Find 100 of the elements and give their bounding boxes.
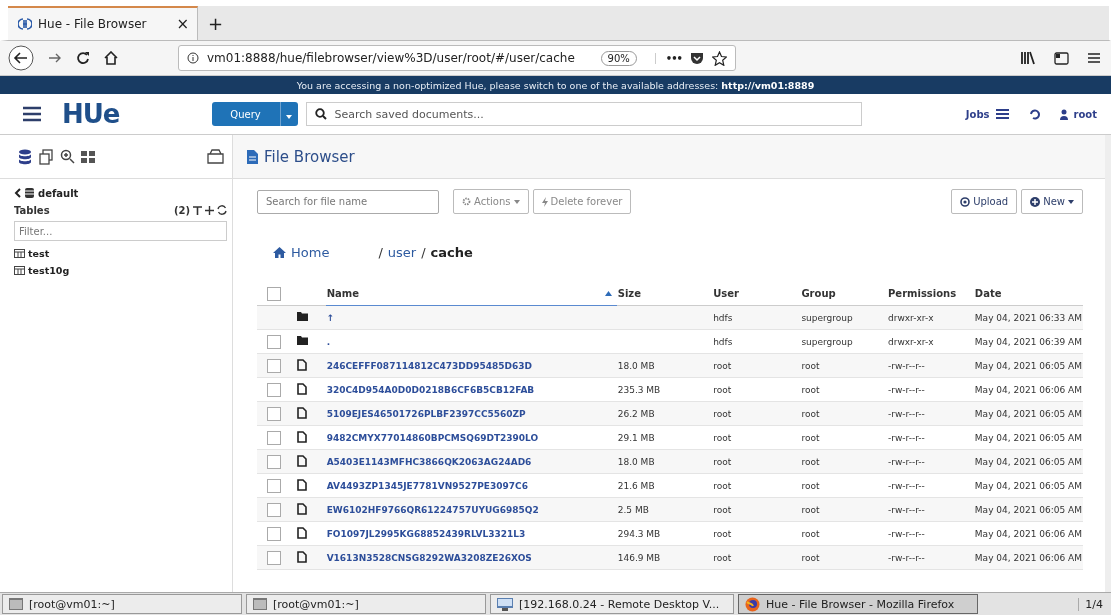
breadcrumb-link[interactable]: cache — [430, 244, 473, 260]
file-icon — [296, 502, 307, 515]
banner-link[interactable]: http://vm01:8889 — [721, 79, 815, 91]
table-count: (2) — [173, 204, 190, 216]
file-size: 294.3 MB — [617, 528, 661, 539]
search-field[interactable]: Search saved documents... — [305, 102, 862, 126]
table-item[interactable]: test — [14, 245, 227, 262]
delete-forever-button[interactable]: Delete forever — [532, 189, 632, 214]
file-icon — [247, 149, 258, 164]
actions-button[interactable]: Actions — [453, 189, 529, 214]
file-name-link[interactable]: 9482CMYX77014860BPCMSQ69DT2390LO — [326, 432, 539, 443]
zoom-in-icon[interactable] — [60, 149, 75, 164]
row-checkbox[interactable] — [267, 334, 281, 349]
folder-icon[interactable] — [207, 149, 224, 164]
file-date: May 04, 2021 06:05 AM — [974, 504, 1082, 515]
close-tab-button[interactable]: × — [176, 15, 189, 33]
tab-title: Hue - File Browser — [38, 17, 148, 31]
file-group: root — [801, 360, 820, 371]
file-owner: root — [713, 552, 732, 563]
row-checkbox[interactable] — [267, 478, 281, 493]
query-button[interactable]: Query — [211, 102, 280, 126]
menu-icon[interactable] — [22, 106, 42, 122]
file-owner: hdfs — [713, 336, 733, 347]
shield-icon[interactable] — [690, 51, 704, 65]
file-permissions: -rw-r--r-- — [888, 456, 925, 467]
forward-icon[interactable] — [48, 51, 62, 65]
path-separator: / — [378, 244, 383, 260]
reload-icon[interactable] — [76, 51, 90, 65]
back-icon[interactable] — [8, 45, 34, 71]
column-header[interactable]: Permissions — [887, 282, 974, 306]
row-checkbox[interactable] — [267, 526, 281, 541]
taskbar-item[interactable]: Hue - File Browser - Mozilla Firefox — [738, 594, 978, 614]
file-icon — [296, 550, 307, 563]
taskbar-item[interactable]: [192.168.0.24 - Remote Desktop V... — [490, 594, 734, 614]
file-owner: hdfs — [713, 312, 733, 323]
menu-icon[interactable] — [1087, 52, 1101, 64]
file-size: 21.6 MB — [617, 480, 655, 491]
select-all-checkbox[interactable] — [267, 286, 281, 301]
filter-field[interactable]: Filter... — [14, 221, 227, 241]
file-name-link[interactable]: 320C4D954A0D0D0218B6CF6B5CB12FAB — [326, 384, 535, 395]
taskbar-item[interactable]: [root@vm01:~] — [2, 594, 242, 614]
back-chevron-icon[interactable] — [14, 188, 21, 198]
home-icon — [273, 246, 286, 258]
row-checkbox[interactable] — [267, 430, 281, 445]
home-icon[interactable] — [104, 51, 118, 65]
column-header[interactable]: Name — [325, 282, 617, 306]
row-checkbox[interactable] — [267, 550, 281, 565]
banner-text: You are accessing a non-optimized Hue, please switch to one of the available addresses: http://vm01:8889 — [296, 79, 815, 91]
row-checkbox[interactable] — [267, 454, 281, 469]
file-name-link[interactable]: AV4493ZP1345JE7781VN9527PE3097C6 — [326, 480, 528, 491]
row-checkbox[interactable] — [267, 406, 281, 421]
file-permissions: -rw-r--r-- — [888, 384, 925, 395]
hue-logo[interactable]: HUe — [62, 99, 120, 129]
home-link[interactable]: Home — [291, 244, 330, 260]
refresh-icon[interactable] — [217, 205, 227, 215]
row-checkbox[interactable] — [267, 382, 281, 397]
column-header[interactable]: Group — [800, 282, 887, 306]
new-button[interactable]: New — [1021, 189, 1083, 214]
column-header[interactable]: Size — [616, 282, 713, 306]
taskbar-item[interactable]: [root@vm01:~] — [246, 594, 486, 614]
file-permissions: -rw-r--r-- — [888, 504, 925, 515]
file-name-link[interactable]: ↑ — [326, 312, 335, 323]
file-date: May 04, 2021 06:33 AM — [974, 312, 1082, 323]
file-search-field[interactable]: Search for file name — [257, 189, 439, 214]
file-name-link[interactable]: FO1097JL2995KG68852439RLVL3321L3 — [326, 528, 526, 539]
file-date: May 04, 2021 06:39 AM — [974, 336, 1082, 347]
folder-icon — [296, 312, 308, 321]
grid-icon[interactable] — [81, 150, 95, 163]
address-bar[interactable]: vm01:8888/hue/filebrowser/view%3D/user/root/#/user/cache 90% ••• — [178, 45, 736, 71]
row-checkbox[interactable] — [267, 358, 281, 373]
file-date: May 04, 2021 06:06 AM — [974, 384, 1082, 395]
documents-icon[interactable] — [38, 148, 54, 165]
more-actions-button[interactable]: ••• — [654, 52, 682, 64]
library-icon[interactable] — [1020, 51, 1036, 65]
column-header[interactable]: User — [712, 282, 801, 306]
star-icon[interactable] — [712, 50, 727, 66]
filter-icon[interactable] — [193, 205, 202, 215]
monitor-icon — [497, 597, 513, 611]
column-header[interactable]: Date — [973, 282, 1083, 306]
jobs-link[interactable]: Jobs — [965, 108, 990, 120]
file-owner: root — [713, 384, 732, 395]
workspace-pager[interactable]: 1/4 — [1078, 597, 1109, 611]
browser-tab[interactable]: Hue - File Browser × — [8, 6, 198, 40]
sidebar-icon[interactable] — [1054, 51, 1069, 65]
new-tab-button[interactable]: + — [198, 12, 234, 34]
list-icon[interactable] — [995, 109, 1009, 119]
breadcrumb-link[interactable]: user — [387, 244, 417, 260]
user-menu[interactable]: root — [1073, 108, 1097, 120]
plus-icon[interactable] — [205, 205, 214, 215]
history-icon[interactable] — [1028, 108, 1040, 120]
database-name[interactable]: default — [38, 187, 79, 199]
table-item[interactable]: test10g — [14, 262, 227, 279]
row-checkbox[interactable] — [267, 502, 281, 517]
database-icon[interactable] — [18, 148, 32, 165]
upload-button[interactable]: Upload — [951, 189, 1018, 214]
file-icon — [296, 478, 307, 491]
file-permissions: -rw-r--r-- — [888, 528, 925, 539]
file-owner: root — [713, 408, 732, 419]
file-name-link[interactable]: . — [326, 336, 331, 347]
plus-circle-icon — [1030, 196, 1041, 207]
